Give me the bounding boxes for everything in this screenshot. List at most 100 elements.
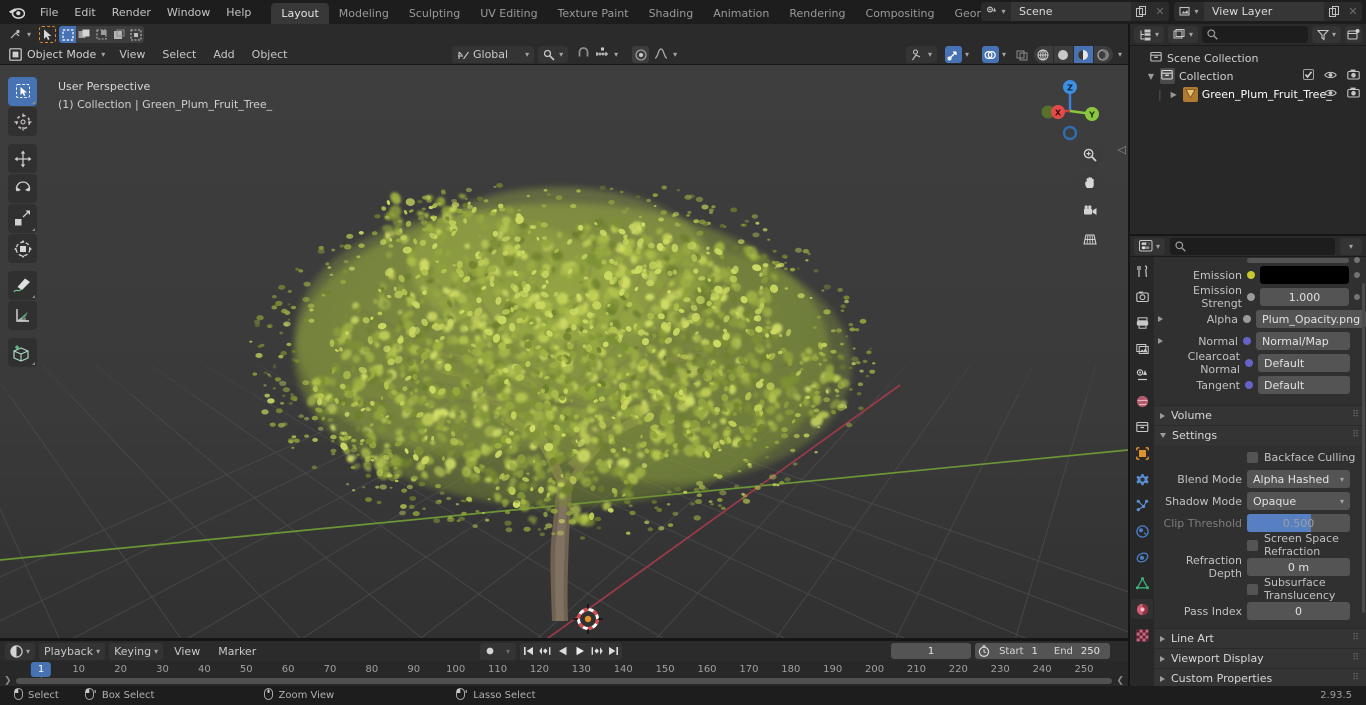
zoom-icon[interactable] bbox=[1078, 143, 1102, 167]
constraints-tab[interactable] bbox=[1131, 547, 1153, 567]
outliner-display-mode-icon[interactable]: ▾ bbox=[1134, 26, 1165, 43]
cursor-tool[interactable] bbox=[8, 107, 37, 136]
timeline-menu-marker[interactable]: Marker bbox=[211, 643, 263, 660]
next-keyframe-icon[interactable] bbox=[588, 642, 605, 660]
menu-render[interactable]: Render bbox=[104, 4, 159, 21]
properties-search-input[interactable] bbox=[1170, 237, 1335, 255]
falloff-curve-icon[interactable] bbox=[654, 47, 668, 62]
unlink-scene-icon[interactable]: ✕ bbox=[1151, 2, 1169, 21]
timeline-editor-icon[interactable]: ▾ bbox=[5, 642, 36, 660]
sidebar-toggle-icon[interactable]: ◁ bbox=[1118, 143, 1126, 156]
view-layer-name[interactable]: View Layer bbox=[1204, 2, 1324, 21]
scene-tab[interactable] bbox=[1131, 365, 1153, 385]
stopwatch-icon[interactable] bbox=[975, 643, 993, 660]
solid-shading-icon[interactable] bbox=[1053, 46, 1073, 63]
clearcoat-normal-socket-icon[interactable] bbox=[1245, 359, 1253, 367]
expand-triangle-icon[interactable] bbox=[1158, 316, 1163, 322]
scale-tool[interactable] bbox=[8, 204, 37, 233]
chevron-down-icon[interactable]: ▾ bbox=[1114, 50, 1122, 59]
magnet-icon[interactable] bbox=[577, 47, 590, 62]
remove-view-layer-icon[interactable]: ✕ bbox=[1344, 2, 1362, 21]
tab-texture-paint[interactable]: Texture Paint bbox=[548, 3, 639, 25]
chevron-down-icon[interactable]: ▾ bbox=[500, 642, 516, 660]
normal-socket-icon[interactable] bbox=[1243, 337, 1251, 345]
scene-selector[interactable]: ▾ Scene ✕ bbox=[981, 2, 1169, 21]
proportional-editing-group[interactable]: ▾ bbox=[572, 46, 623, 63]
world-tab[interactable] bbox=[1131, 391, 1153, 411]
tweak-tool[interactable] bbox=[8, 77, 37, 106]
3d-viewport[interactable]: User Perspective (1) Collection | Green_… bbox=[0, 65, 1128, 640]
view-layer-tab[interactable] bbox=[1131, 339, 1153, 359]
menu-file[interactable]: File bbox=[32, 4, 66, 21]
select-box-icon[interactable] bbox=[59, 26, 77, 43]
tab-shading[interactable]: Shading bbox=[639, 3, 704, 25]
disclosure-triangle-closed[interactable]: ▶ bbox=[1169, 90, 1179, 99]
wireframe-shading-icon[interactable] bbox=[1033, 46, 1053, 63]
viewport-menu-add[interactable]: Add bbox=[206, 46, 241, 63]
filter-id-icon[interactable]: ▾ bbox=[1168, 26, 1199, 43]
select-extend-icon[interactable] bbox=[76, 26, 94, 43]
prev-keyframe-icon[interactable] bbox=[537, 642, 554, 660]
funnel-icon[interactable]: ▾ bbox=[1311, 26, 1341, 43]
auto-keying-group[interactable]: ▾ bbox=[480, 642, 516, 660]
start-value[interactable]: 1 bbox=[1030, 646, 1048, 657]
camera-render-icon[interactable] bbox=[1347, 69, 1360, 83]
select-subtract-icon[interactable] bbox=[93, 26, 111, 43]
modifier-tab[interactable] bbox=[1131, 469, 1153, 489]
playhead[interactable]: 1 bbox=[30, 662, 52, 677]
scrollbar-left-arrow[interactable]: ❯ bbox=[4, 676, 12, 686]
settings-panel-header[interactable]: Settings ⠿ bbox=[1154, 425, 1366, 445]
alpha-socket-icon[interactable] bbox=[1243, 315, 1251, 323]
particles-tab[interactable] bbox=[1131, 495, 1153, 515]
overlays-icon[interactable] bbox=[981, 46, 999, 63]
refraction-depth-value[interactable]: 0 m bbox=[1247, 558, 1350, 576]
tab-modeling[interactable]: Modeling bbox=[329, 3, 399, 25]
snap-to-selector[interactable]: ▾ bbox=[538, 46, 569, 63]
line-art-panel-header[interactable]: Line Art ⠿ bbox=[1154, 628, 1366, 648]
viewport-menu-view[interactable]: View bbox=[112, 46, 152, 63]
checkbox-icon[interactable] bbox=[1303, 69, 1314, 83]
scene-name[interactable]: Scene bbox=[1011, 2, 1131, 21]
camera-render-icon[interactable] bbox=[1347, 87, 1360, 101]
new-collection-icon[interactable] bbox=[1345, 26, 1362, 43]
clearcoat-normal-value[interactable]: Default bbox=[1258, 354, 1350, 372]
menu-help[interactable]: Help bbox=[218, 4, 259, 21]
custom-properties-panel-header[interactable]: Custom Properties ⠿ bbox=[1154, 668, 1366, 686]
menu-window[interactable]: Window bbox=[159, 4, 218, 21]
properties-options-icon[interactable]: ▾ bbox=[1340, 237, 1362, 255]
tab-sculpting[interactable]: Sculpting bbox=[399, 3, 470, 25]
object-data-tab[interactable] bbox=[1131, 573, 1153, 593]
proportional-edit-icon[interactable] bbox=[632, 46, 650, 63]
viewport-menu-object[interactable]: Object bbox=[245, 46, 295, 63]
volume-panel-header[interactable]: Volume ⠿ bbox=[1154, 405, 1366, 425]
rendered-shading-icon[interactable] bbox=[1093, 46, 1113, 63]
jump-start-icon[interactable] bbox=[520, 642, 537, 660]
menu-edit[interactable]: Edit bbox=[66, 4, 103, 21]
normal-value[interactable]: Normal/Map bbox=[1256, 332, 1350, 350]
disclosure-triangle-open[interactable]: ▼ bbox=[1146, 72, 1156, 81]
transform-tool[interactable] bbox=[8, 234, 37, 263]
active-tool-icon[interactable] bbox=[39, 26, 57, 43]
select-intersect-icon[interactable] bbox=[110, 26, 128, 43]
backface-culling-checkbox[interactable] bbox=[1247, 451, 1258, 463]
tool-tab[interactable] bbox=[1131, 261, 1153, 281]
end-value[interactable]: 250 bbox=[1079, 646, 1110, 657]
tab-animation[interactable]: Animation bbox=[703, 3, 779, 25]
emission-color-swatch[interactable] bbox=[1260, 266, 1349, 284]
timeline-scrollbar[interactable] bbox=[16, 677, 1112, 684]
properties-editor-icon[interactable]: ▾ bbox=[1134, 237, 1166, 255]
overlays-group[interactable]: ▾ bbox=[977, 46, 1011, 63]
gizmo-group[interactable]: ▾ bbox=[940, 46, 974, 63]
output-tab[interactable] bbox=[1131, 313, 1153, 333]
tangent-value[interactable]: Default bbox=[1258, 376, 1350, 394]
tab-uv-editing[interactable]: UV Editing bbox=[470, 3, 547, 25]
play-reverse-icon[interactable] bbox=[554, 642, 571, 660]
eye-icon[interactable] bbox=[1324, 70, 1337, 83]
tab-rendering[interactable]: Rendering bbox=[779, 3, 855, 25]
blend-mode-dropdown[interactable]: Alpha Hashed ▾ bbox=[1247, 470, 1350, 488]
current-frame-field[interactable]: 1 bbox=[891, 643, 972, 659]
eye-icon[interactable] bbox=[1324, 88, 1337, 101]
outliner-row-scene-collection[interactable]: Scene Collection bbox=[1130, 49, 1366, 67]
emission-strength-socket-icon[interactable] bbox=[1247, 293, 1255, 301]
clip-threshold-slider[interactable]: 0.500 bbox=[1247, 514, 1350, 532]
